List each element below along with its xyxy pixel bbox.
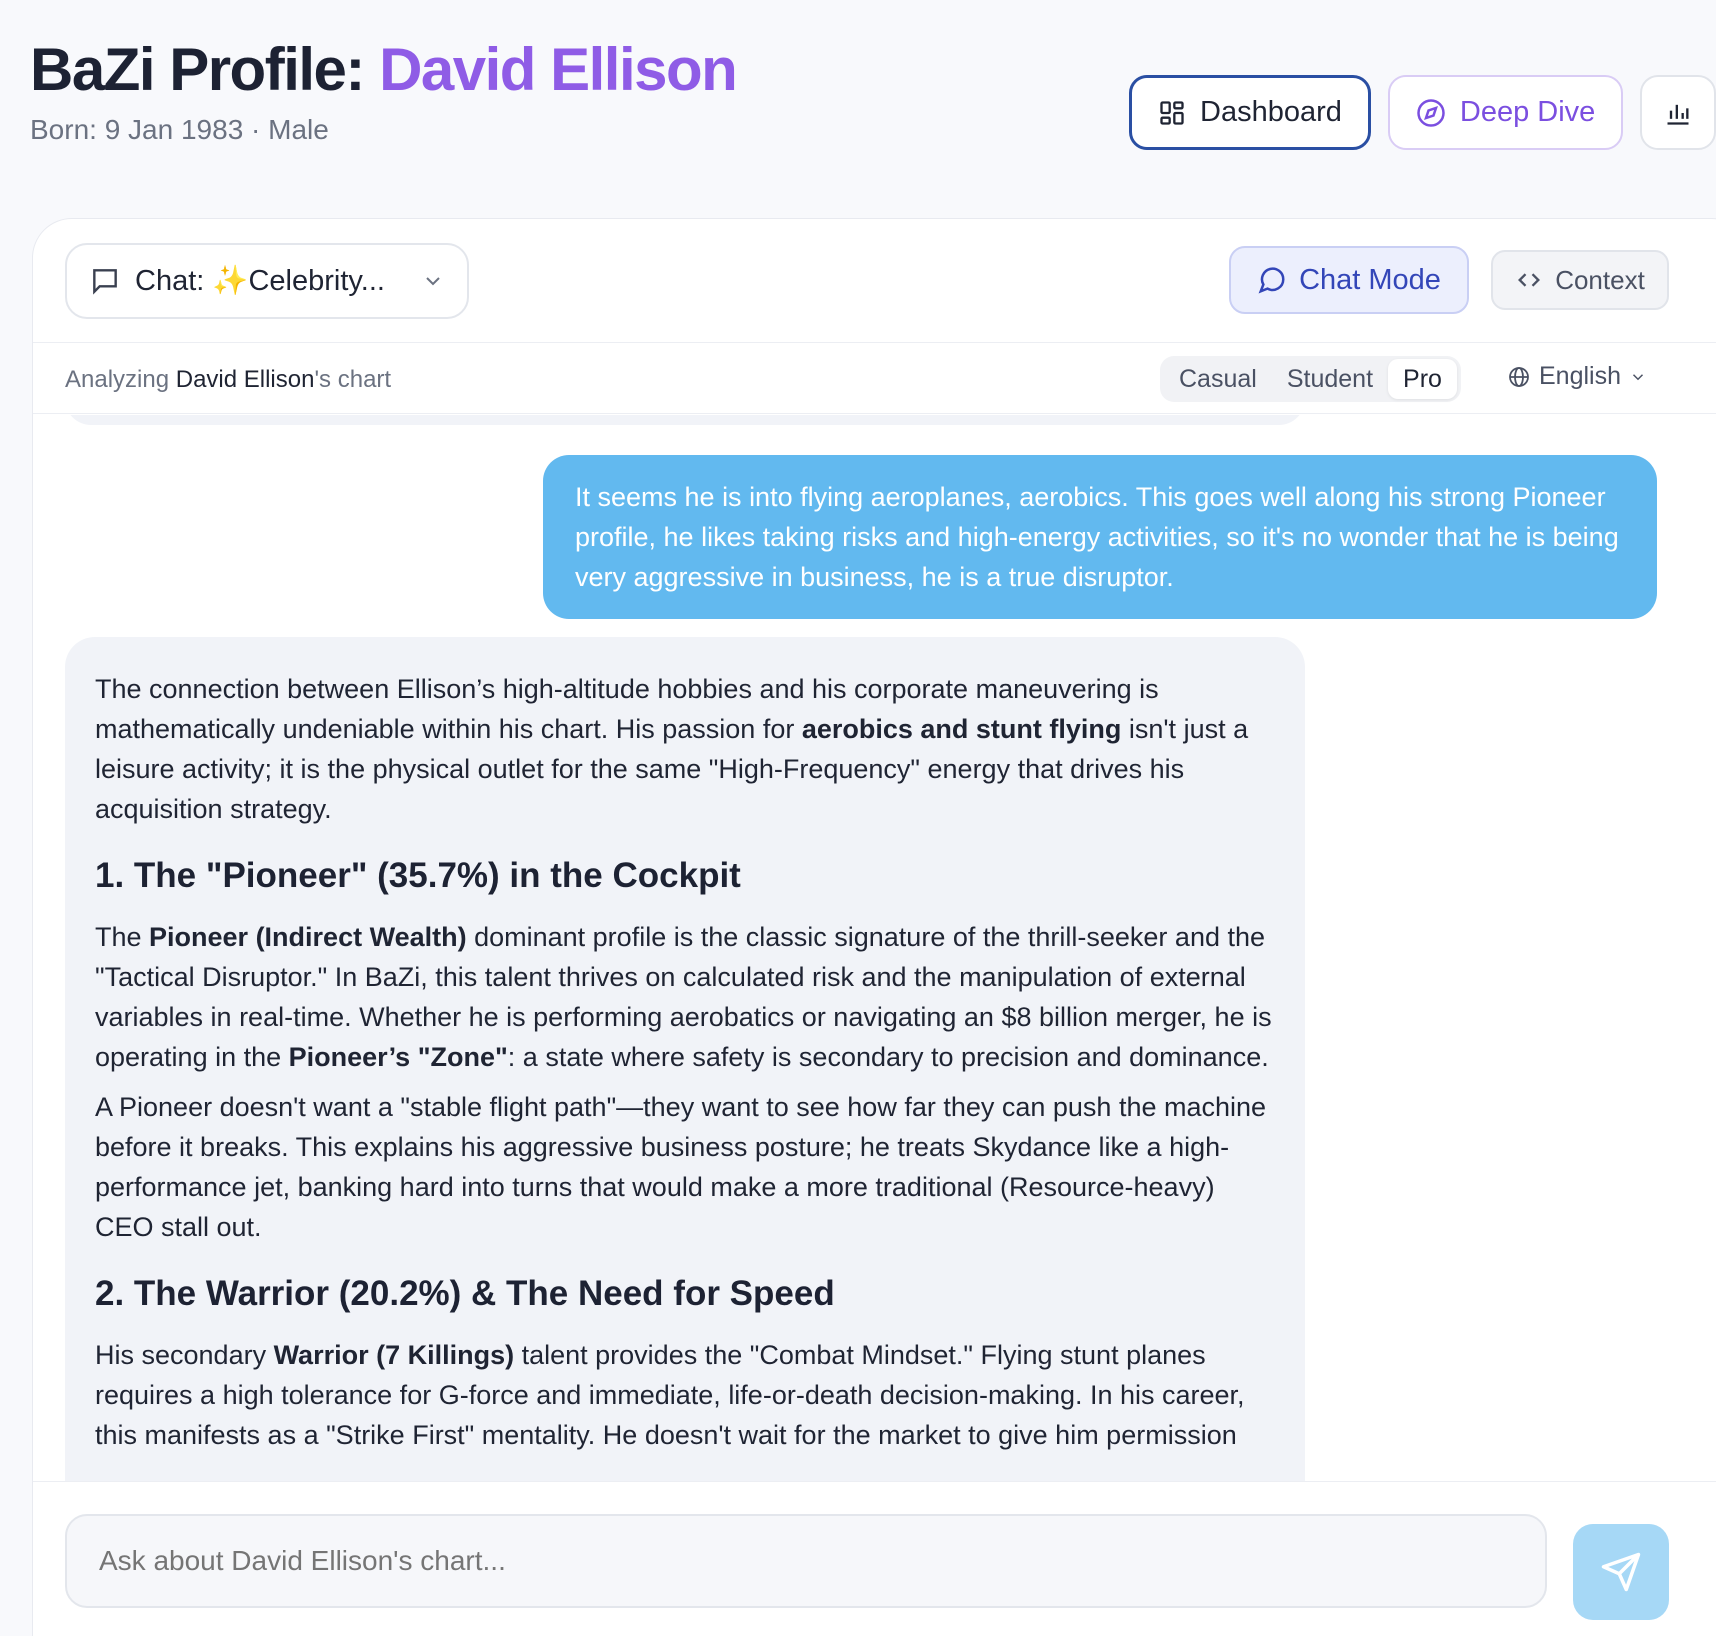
ai-heading-2: 2. The Warrior (20.2%) & The Need for Sp… bbox=[95, 1274, 835, 1313]
composer bbox=[33, 1481, 1716, 1636]
birth-info: Born: 9 Jan 1983 · Male bbox=[30, 114, 329, 145]
chevron-down-icon bbox=[426, 277, 440, 286]
assistant-message: The connection between Ellison’s high-al… bbox=[65, 637, 1305, 1481]
dashboard-label: Dashboard bbox=[1200, 96, 1342, 128]
deep-dive-button[interactable]: Deep Dive bbox=[1387, 75, 1624, 150]
chat-subbar: Analyzing David Ellison's chart Casual S… bbox=[33, 344, 1716, 414]
top-nav: Dashboard Deep Dive bbox=[1129, 75, 1716, 150]
ai-heading-1: 1. The "Pioneer" (35.7%) in the Cockpit bbox=[95, 856, 741, 895]
title-name: David Ellison bbox=[379, 36, 738, 103]
ai-p1-bold-1: Pioneer (Indirect Wealth) bbox=[149, 922, 467, 952]
stats-button[interactable] bbox=[1640, 75, 1716, 150]
ai-paragraph-2: A Pioneer doesn't want a "stable flight … bbox=[95, 1092, 1267, 1242]
level-student[interactable]: Student bbox=[1272, 359, 1388, 399]
language-label: English bbox=[1539, 362, 1621, 390]
context-label: Context bbox=[1555, 264, 1645, 295]
sparkle-icon: ✨ bbox=[212, 265, 249, 297]
ai-p1-bold-2: Pioneer’s "Zone" bbox=[288, 1042, 508, 1072]
page-title: BaZi Profile: David Ellison bbox=[30, 34, 738, 106]
previous-message-edge bbox=[65, 415, 1305, 425]
chat-select-name: Celebrity... bbox=[248, 265, 385, 297]
chat-select-label: Chat: ✨Celebrity... bbox=[135, 264, 407, 298]
message-list[interactable]: It seems he is into flying aeroplanes, a… bbox=[33, 415, 1716, 1481]
level-casual[interactable]: Casual bbox=[1164, 359, 1272, 399]
chat-mode-label: Chat Mode bbox=[1299, 263, 1441, 296]
chat-select-dropdown[interactable]: Chat: ✨Celebrity... bbox=[65, 243, 469, 319]
analyzing-name: David Ellison bbox=[175, 366, 315, 393]
dashboard-button[interactable]: Dashboard bbox=[1129, 75, 1371, 150]
chevron-down-icon bbox=[1632, 373, 1644, 380]
message-circle-icon bbox=[1258, 267, 1285, 294]
analyzing-prefix: Analyzing bbox=[65, 366, 176, 393]
send-button[interactable] bbox=[1573, 1524, 1669, 1620]
chat-input[interactable] bbox=[65, 1514, 1547, 1608]
chat-mode-button[interactable]: Chat Mode bbox=[1229, 246, 1469, 314]
user-message: It seems he is into flying aeroplanes, a… bbox=[543, 455, 1657, 619]
send-icon bbox=[1601, 1552, 1641, 1592]
analyzing-status: Analyzing David Ellison's chart bbox=[65, 366, 391, 394]
context-button[interactable]: Context bbox=[1491, 250, 1669, 310]
message-square-icon bbox=[93, 269, 117, 295]
compass-icon bbox=[1417, 98, 1445, 127]
level-toggle: Casual Student Pro bbox=[1160, 356, 1461, 402]
profile-header: BaZi Profile: David Ellison Born: 9 Jan … bbox=[30, 34, 738, 146]
ai-p3-bold: Warrior (7 Killings) bbox=[273, 1340, 515, 1370]
chat-toolbar: Chat: ✨Celebrity... Chat Mode Context bbox=[33, 219, 1716, 343]
ai-intro-bold: aerobics and stunt flying bbox=[801, 714, 1122, 744]
language-select[interactable]: English bbox=[1507, 362, 1647, 391]
code-icon bbox=[1518, 273, 1541, 287]
ai-p1-text-a: The bbox=[95, 922, 150, 952]
ai-paragraph-3: His secondary Warrior (7 Killings) talen… bbox=[95, 1335, 1275, 1455]
level-pro[interactable]: Pro bbox=[1388, 359, 1457, 399]
analyzing-suffix: 's chart bbox=[314, 366, 392, 393]
title-prefix: BaZi Profile: bbox=[30, 36, 380, 103]
bar-chart-icon bbox=[1667, 104, 1689, 125]
ai-p3-text-a: His secondary bbox=[95, 1340, 274, 1370]
deep-dive-label: Deep Dive bbox=[1459, 96, 1596, 128]
globe-icon bbox=[1509, 366, 1529, 387]
page: BaZi Profile: David Ellison Born: 9 Jan … bbox=[0, 0, 1716, 1636]
ai-p1-text-c: : a state where safety is secondary to p… bbox=[507, 1042, 1269, 1072]
grid-icon bbox=[1160, 100, 1184, 125]
chat-panel: Chat: ✨Celebrity... Chat Mode Context An… bbox=[32, 218, 1716, 1636]
chat-select-prefix: Chat: bbox=[135, 265, 213, 297]
ai-intro: The connection between Ellison’s high-al… bbox=[95, 669, 1275, 829]
ai-paragraph-1: The Pioneer (Indirect Wealth) dominant p… bbox=[95, 917, 1275, 1077]
